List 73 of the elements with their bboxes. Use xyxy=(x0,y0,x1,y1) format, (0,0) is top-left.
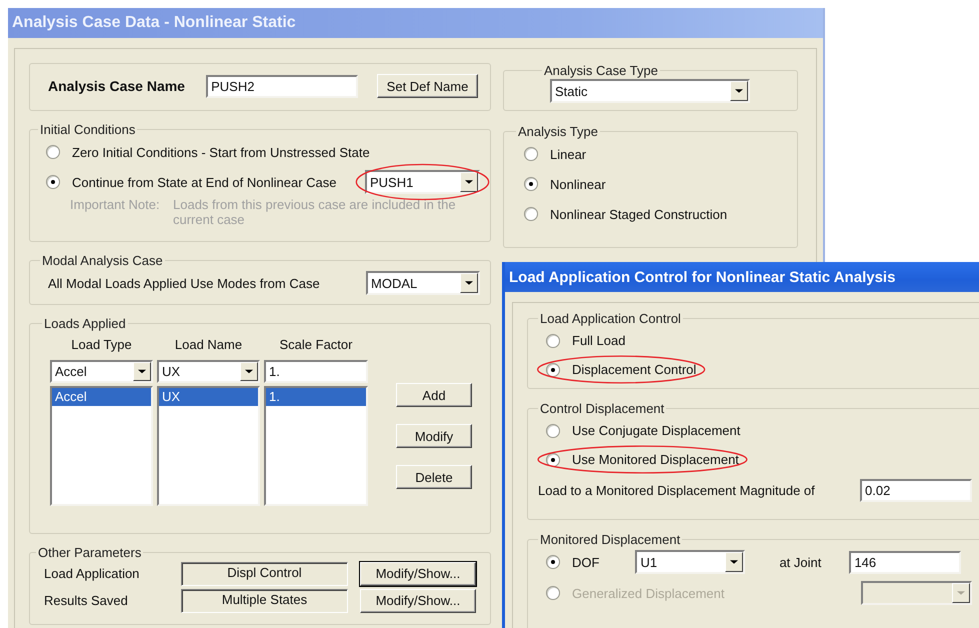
radio-button[interactable] xyxy=(524,147,538,161)
modify-show-button[interactable]: Modify/Show... xyxy=(360,562,476,586)
case-type-dropdown[interactable]: Static xyxy=(550,79,750,103)
caret-icon xyxy=(133,362,151,381)
radio-button[interactable] xyxy=(546,424,560,438)
column-header: Scale Factor xyxy=(278,337,354,354)
caret-icon xyxy=(460,172,478,192)
option-label: Displacement Control xyxy=(572,362,696,377)
group-title: Initial Conditions xyxy=(39,122,136,137)
field-label: All Modal Loads Applied Use Modes from Case xyxy=(48,276,320,290)
group-title: Loads Applied xyxy=(43,316,127,331)
input-field[interactable]: 0.02 xyxy=(860,478,972,502)
set-default-button[interactable]: Set Def Name xyxy=(377,74,478,98)
field-label: Load to a Monitored Displacement Magnitude of xyxy=(538,482,815,498)
list-box[interactable]: UX xyxy=(157,386,260,506)
list-box[interactable]: Accel xyxy=(50,386,153,506)
caret-icon xyxy=(240,362,258,381)
group-title: Control Displacement xyxy=(539,401,666,416)
field-label: Analysis Case Name xyxy=(48,78,186,94)
list-item[interactable]: UX xyxy=(159,388,258,406)
option-label: Use Conjugate Displacement xyxy=(572,423,740,438)
field-label: Results Saved xyxy=(44,593,129,608)
action-button[interactable]: Delete xyxy=(396,465,472,489)
caret-icon xyxy=(725,552,744,572)
action-button[interactable]: Add xyxy=(396,383,472,407)
column-header: Load Type xyxy=(70,337,133,354)
option-label: Full Load xyxy=(572,333,626,348)
field-label: at Joint xyxy=(779,554,822,570)
caret-icon xyxy=(952,583,970,603)
option-label: Linear xyxy=(550,146,586,162)
note-text: Loads from this previous case are included in the current case xyxy=(173,197,457,227)
modify-show-button[interactable]: Modify/Show... xyxy=(360,588,476,612)
list-item[interactable]: Accel xyxy=(52,388,151,406)
option-label: Continue from State at End of Nonlinear Case xyxy=(72,174,336,190)
column-header: Load Name xyxy=(174,337,244,354)
input-field[interactable]: 146 xyxy=(849,550,962,574)
radio-button[interactable] xyxy=(546,555,560,569)
input-field[interactable]: PUSH2 xyxy=(206,74,358,98)
radio-button[interactable] xyxy=(46,175,60,189)
option-label: Generalized Displacement xyxy=(572,586,724,600)
action-button[interactable]: Modify xyxy=(396,424,472,448)
dof-dropdown[interactable]: U1 xyxy=(635,550,746,574)
radio-button[interactable] xyxy=(46,145,60,159)
input-field[interactable]: 1. xyxy=(264,360,368,383)
option-label: Use Monitored Displacement xyxy=(572,452,739,467)
group-title: Modal Analysis Case xyxy=(41,253,164,268)
note-label: Important Note: xyxy=(70,197,161,214)
radio-button[interactable] xyxy=(524,207,538,221)
option-label: Nonlinear Staged Construction xyxy=(550,206,728,222)
option-label: Zero Initial Conditions - Start from Unstressed State xyxy=(72,144,370,160)
caret-icon xyxy=(460,273,478,293)
window-title: Analysis Case Data - Nonlinear Static xyxy=(12,14,296,32)
option-label: DOF xyxy=(572,554,600,570)
radio-button[interactable] xyxy=(546,334,560,348)
group-title: Load Application Control xyxy=(539,311,682,326)
list-box[interactable]: 1. xyxy=(264,386,368,506)
case-dropdown[interactable]: PUSH1 xyxy=(365,170,480,194)
option-label: Nonlinear xyxy=(550,176,606,192)
group-title: Monitored Displacement xyxy=(539,532,682,547)
field-label: Load Application xyxy=(44,566,140,581)
load-dropdown[interactable]: Accel xyxy=(50,360,153,383)
value-display: Multiple States xyxy=(181,588,348,612)
group-title: Other Parameters xyxy=(37,545,142,560)
radio-button[interactable] xyxy=(524,177,538,191)
radio-button[interactable] xyxy=(546,362,560,376)
load-dropdown[interactable]: UX xyxy=(157,360,260,383)
modal-case-dropdown[interactable]: MODAL xyxy=(366,271,480,295)
group-title: Analysis Type xyxy=(517,124,599,139)
caret-icon xyxy=(730,81,748,101)
group-title: Analysis Case Type xyxy=(543,63,659,78)
list-item[interactable]: 1. xyxy=(266,388,366,406)
value-display: Displ Control xyxy=(181,562,348,586)
window-title: Load Application Control for Nonlinear Static Analysis xyxy=(509,268,896,286)
